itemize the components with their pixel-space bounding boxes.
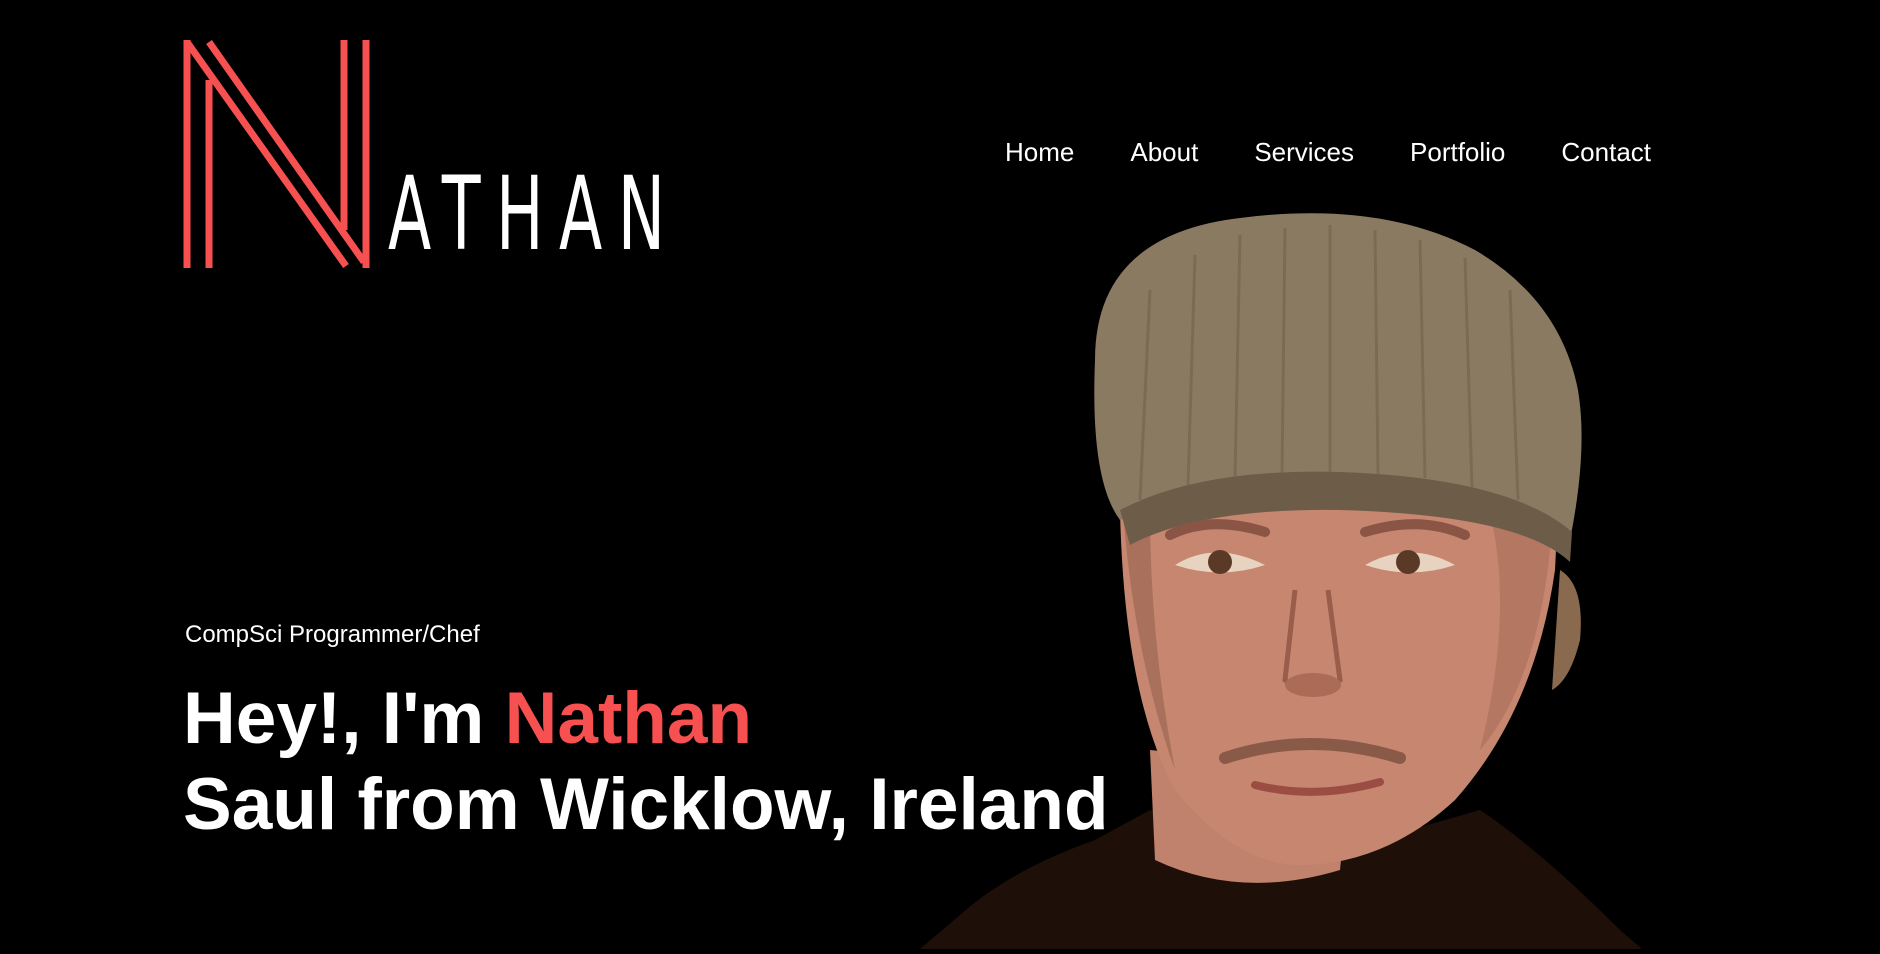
nav-services[interactable]: Services	[1254, 137, 1354, 167]
hero-tagline: CompSci Programmer/Chef	[185, 621, 480, 648]
main-nav: Home About Services Portfolio Contact	[1005, 137, 1651, 167]
logo-wordmark: ATHAN	[388, 155, 681, 274]
nav-contact[interactable]: Contact	[1561, 137, 1651, 167]
nav-home[interactable]: Home	[1005, 137, 1074, 167]
logo-letter-n-icon	[183, 40, 370, 269]
nav-about[interactable]: About	[1130, 137, 1198, 167]
site-logo[interactable]: ATHAN	[182, 40, 712, 270]
nav-portfolio[interactable]: Portfolio	[1410, 137, 1505, 167]
headline-location: Saul from Wicklow, Ireland	[183, 764, 1109, 845]
headline-greeting: Hey!, I'm	[183, 678, 505, 759]
headline-name: Nathan	[504, 678, 753, 759]
hero-headline: Hey!, I'm Nathan Saul from Wicklow, Irel…	[183, 676, 1109, 848]
